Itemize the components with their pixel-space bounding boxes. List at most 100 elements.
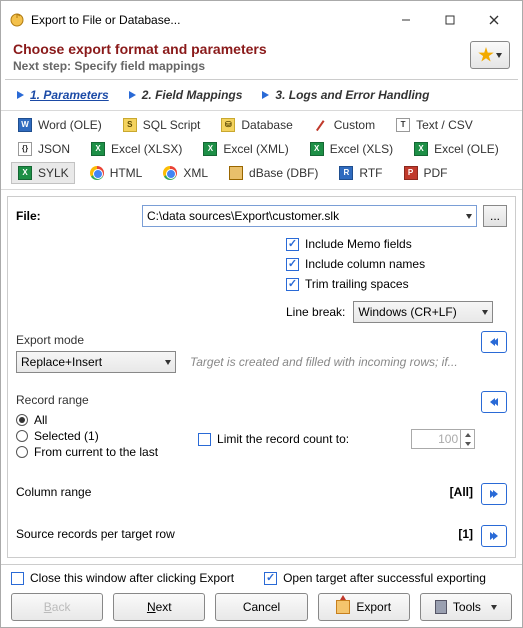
fmt-word-ole[interactable]: WWord (OLE) bbox=[11, 114, 108, 136]
next-button[interactable]: Next bbox=[113, 593, 205, 621]
fmt-xml[interactable]: XML bbox=[156, 162, 214, 184]
chk-include-col-names[interactable]: Include column names bbox=[286, 257, 507, 271]
limit-count-input[interactable]: 100 bbox=[411, 429, 461, 449]
fmt-pdf[interactable]: PPDF bbox=[397, 162, 454, 184]
chk-open-target-after[interactable]: Open target after successful exporting bbox=[264, 571, 486, 585]
checkbox-icon bbox=[11, 572, 24, 585]
checkbox-icon bbox=[198, 433, 211, 446]
wizard-steps: 1. Parameters 2. Field Mappings 3. Logs … bbox=[1, 80, 522, 111]
file-row: File: C:\data sources\Export\customer.sl… bbox=[16, 205, 507, 227]
export-icon bbox=[336, 600, 350, 614]
radio-from-current[interactable]: From current to the last bbox=[16, 445, 158, 459]
json-icon: {} bbox=[17, 141, 33, 157]
fmt-excel-xls[interactable]: XExcel (XLS) bbox=[303, 138, 399, 160]
cancel-button[interactable]: Cancel bbox=[215, 593, 307, 621]
excel-icon: X bbox=[90, 141, 106, 157]
page-title: Choose export format and parameters bbox=[13, 41, 470, 57]
fmt-sql-script[interactable]: SSQL Script bbox=[116, 114, 207, 136]
file-path-input[interactable]: C:\data sources\Export\customer.slk bbox=[142, 205, 477, 227]
fmt-dbase-dbf[interactable]: dBase (DBF) bbox=[222, 162, 324, 184]
custom-icon bbox=[313, 117, 329, 133]
chrome-icon bbox=[162, 165, 178, 181]
limit-count-spinner[interactable] bbox=[461, 429, 475, 449]
favorites-button[interactable] bbox=[470, 41, 510, 69]
arrow-right-icon bbox=[129, 91, 136, 99]
maximize-button[interactable] bbox=[428, 7, 472, 33]
export-mode-select[interactable]: Replace+Insert bbox=[16, 351, 176, 373]
collapse-button[interactable] bbox=[481, 331, 507, 353]
export-mode-hint: Target is created and filled with incomi… bbox=[190, 355, 458, 369]
close-button[interactable] bbox=[472, 7, 516, 33]
fmt-html[interactable]: HTML bbox=[83, 162, 149, 184]
file-label: File: bbox=[16, 209, 136, 223]
back-button[interactable]: Back bbox=[11, 593, 103, 621]
fmt-excel-xlsx[interactable]: XExcel (XLSX) bbox=[84, 138, 188, 160]
fmt-rtf[interactable]: RRTF bbox=[332, 162, 388, 184]
app-icon bbox=[9, 12, 25, 28]
star-icon bbox=[478, 47, 494, 63]
excel-icon: X bbox=[17, 165, 33, 181]
step-logs[interactable]: 3. Logs and Error Handling bbox=[252, 84, 439, 106]
fmt-json[interactable]: {}JSON bbox=[11, 138, 76, 160]
chrome-icon bbox=[89, 165, 105, 181]
toolbox-icon bbox=[435, 600, 447, 614]
expand-button[interactable] bbox=[481, 525, 507, 547]
linebreak-label: Line break: bbox=[286, 305, 345, 319]
browse-button[interactable]: ... bbox=[483, 205, 507, 227]
src-per-row-value: [1] bbox=[458, 527, 473, 541]
chk-limit-count[interactable]: Limit the record count to: bbox=[198, 432, 349, 446]
collapse-button[interactable] bbox=[481, 391, 507, 413]
parameters-panel: File: C:\data sources\Export\customer.sl… bbox=[7, 196, 516, 558]
linebreak-row: Line break: Windows (CR+LF) bbox=[286, 301, 507, 323]
checkbox-icon bbox=[286, 258, 299, 271]
checkbox-icon bbox=[264, 572, 277, 585]
dbase-icon bbox=[228, 165, 244, 181]
footer: Close this window after clicking Export … bbox=[1, 564, 522, 627]
fmt-text-csv[interactable]: TText / CSV bbox=[389, 114, 479, 136]
column-range-label: Column range bbox=[16, 485, 91, 499]
src-per-row: Source records per target row [1] bbox=[16, 523, 507, 545]
arrow-right-icon bbox=[17, 91, 24, 99]
excel-icon: X bbox=[309, 141, 325, 157]
chevron-down-icon bbox=[165, 360, 171, 365]
fmt-excel-xml[interactable]: XExcel (XML) bbox=[196, 138, 294, 160]
pdf-icon: P bbox=[403, 165, 419, 181]
options-column: Include Memo fields Include column names… bbox=[286, 237, 507, 291]
format-grid: WWord (OLE) SSQL Script ⛁Database Custom… bbox=[1, 111, 522, 190]
checkbox-icon bbox=[286, 278, 299, 291]
chk-include-memo[interactable]: Include Memo fields bbox=[286, 237, 507, 251]
chk-trim-spaces[interactable]: Trim trailing spaces bbox=[286, 277, 507, 291]
chevron-down-icon bbox=[491, 605, 497, 610]
radio-icon bbox=[16, 446, 28, 458]
fmt-sylk[interactable]: XSYLK bbox=[11, 162, 75, 184]
arrow-right-icon bbox=[262, 91, 269, 99]
rtf-icon: R bbox=[338, 165, 354, 181]
fmt-custom[interactable]: Custom bbox=[307, 114, 381, 136]
chevron-down-icon bbox=[466, 214, 472, 219]
fmt-database[interactable]: ⛁Database bbox=[214, 114, 298, 136]
excel-icon: X bbox=[413, 141, 429, 157]
column-range-value: [All] bbox=[450, 485, 473, 499]
fmt-excel-ole[interactable]: XExcel (OLE) bbox=[407, 138, 505, 160]
column-range-row: Column range [All] bbox=[16, 481, 507, 503]
chevron-down-icon bbox=[482, 310, 488, 315]
title-bar: Export to File or Database... bbox=[1, 1, 522, 37]
step-field-mappings[interactable]: 2. Field Mappings bbox=[119, 84, 253, 106]
expand-button[interactable] bbox=[481, 483, 507, 505]
csv-icon: T bbox=[395, 117, 411, 133]
tools-button[interactable]: Tools bbox=[420, 593, 512, 621]
checkbox-icon bbox=[286, 238, 299, 251]
minimize-button[interactable] bbox=[384, 7, 428, 33]
database-icon: ⛁ bbox=[220, 117, 236, 133]
radio-icon bbox=[16, 430, 28, 442]
linebreak-select[interactable]: Windows (CR+LF) bbox=[353, 301, 493, 323]
chk-close-after-export[interactable]: Close this window after clicking Export bbox=[11, 571, 234, 585]
radio-all[interactable]: All bbox=[16, 413, 158, 427]
sql-icon: S bbox=[122, 117, 138, 133]
radio-selected[interactable]: Selected (1) bbox=[16, 429, 158, 443]
excel-icon: X bbox=[202, 141, 218, 157]
page-subtitle: Next step: Specify field mappings bbox=[13, 59, 470, 73]
export-button[interactable]: Export bbox=[318, 593, 410, 621]
window-title: Export to File or Database... bbox=[31, 13, 384, 27]
step-parameters[interactable]: 1. Parameters bbox=[7, 84, 119, 106]
